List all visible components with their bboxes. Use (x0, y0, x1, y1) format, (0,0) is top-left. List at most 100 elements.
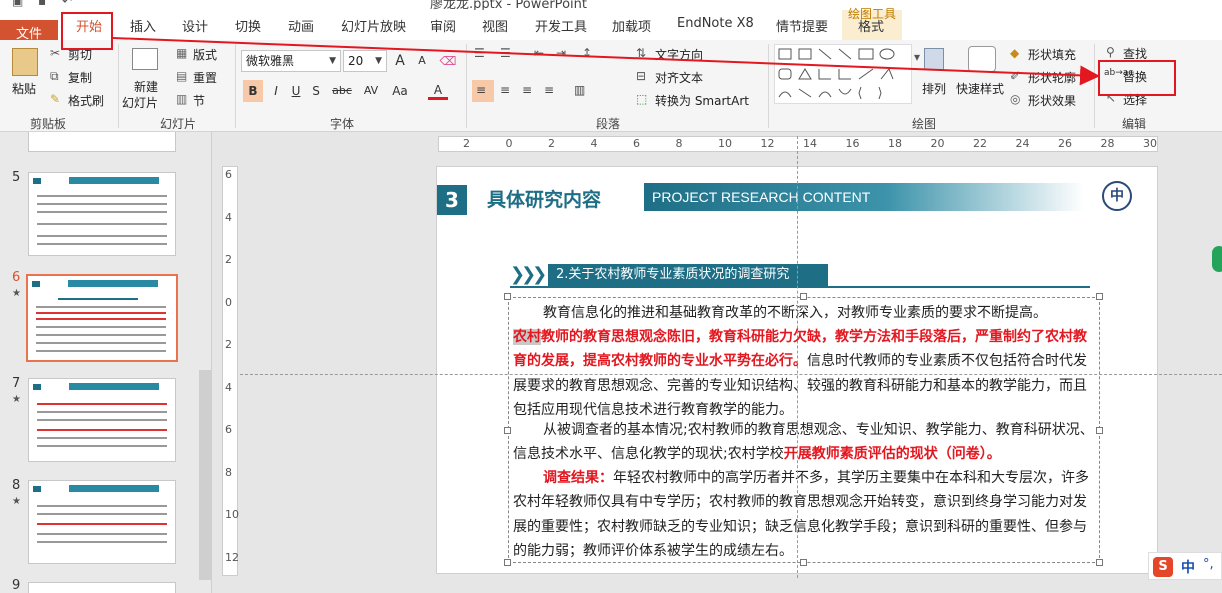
thumb-line (36, 334, 166, 336)
chevrons-icon: ❯❯❯ (510, 264, 547, 285)
thumbnail-scrollbar[interactable] (199, 370, 211, 580)
thumb-line (37, 541, 167, 543)
resize-handle[interactable] (504, 293, 511, 300)
animation-star-icon: ★ (12, 496, 21, 507)
slide-thumbnail-selected[interactable] (26, 274, 178, 362)
thumb-line (37, 411, 167, 413)
thumb-line (36, 342, 166, 344)
ruler-tick-label: 2 (463, 137, 470, 150)
thumb-line (37, 505, 167, 507)
university-logo: 中 (1102, 181, 1132, 211)
paragraph-4: 调查结果：年轻农村教师中的高学历者并不多，其学历主要集中在本科和大专层次，许多农… (513, 466, 1099, 563)
ruler-tick-label: 6 (633, 137, 640, 150)
slide-number: 8 (12, 478, 21, 493)
thumb-line (36, 306, 166, 308)
thumb-header (33, 178, 41, 184)
status-area (212, 578, 1222, 593)
thumb-line (36, 312, 166, 314)
ruler-tick-label: 2 (548, 137, 555, 150)
thumb-line (37, 403, 167, 405)
paragraph-1: 教育信息化的推进和基础教育改革的不断深入，对教师专业素质的要求不断提高。 (513, 301, 1099, 325)
thumb-band (69, 177, 159, 184)
thumb-line (37, 195, 167, 197)
thumb-line (36, 318, 166, 320)
thumb-line (37, 211, 167, 213)
slide-thumbnail[interactable] (28, 172, 176, 256)
animation-star-icon: ★ (12, 394, 21, 405)
ruler-tick-label: 6 (225, 423, 232, 436)
ruler-tick-label: 6 (225, 168, 232, 181)
thumb-line (37, 445, 167, 447)
thumb-header (33, 486, 41, 492)
animation-star-icon: ★ (12, 288, 21, 299)
thumb-line (37, 429, 167, 431)
subheading-underline (510, 286, 1090, 288)
thumb-line (36, 350, 166, 352)
thumb-header (32, 281, 40, 287)
results-label: 调查结果： (543, 470, 613, 486)
floating-assistant-button[interactable] (1212, 246, 1222, 272)
ruler-tick-label: 22 (973, 137, 987, 150)
ruler-tick-label: 4 (225, 380, 232, 394)
subheading: 2.关于农村教师专业素质状况的调查研究 (548, 264, 828, 286)
horizontal-ruler (438, 136, 1158, 152)
slide-number: 6 (12, 270, 21, 285)
ruler-tick-label: 8 (225, 465, 232, 479)
ruler-tick-label: 12 (760, 137, 775, 150)
ruler-tick-label: 4 (225, 210, 232, 224)
thumb-line (37, 203, 167, 205)
ruler-tick-label: 16 (845, 137, 860, 150)
slide-thumbnail[interactable] (28, 132, 176, 152)
red-emphasis-text: 开展教师素质评估的现状（问卷）。 (783, 446, 1001, 463)
resize-handle[interactable] (504, 559, 511, 566)
section-title: 具体研究内容 (487, 189, 602, 211)
thumb-line (58, 298, 138, 300)
highlighted-text: 农村 (513, 329, 541, 345)
slide-thumbnail[interactable] (28, 582, 176, 593)
thumb-line (37, 223, 167, 225)
slide-thumbnail[interactable] (28, 480, 176, 564)
ime-toolbar[interactable]: S 中 °, (1148, 552, 1222, 580)
slide-number: 5 (12, 170, 21, 185)
thumb-line (37, 235, 167, 237)
thumb-line (37, 523, 167, 525)
ruler-tick-label: 10 (225, 508, 239, 521)
ruler-tick-label: 8 (675, 137, 683, 150)
paragraph-3: 从被调查者的基本情况;农村教师的教育思想观念、专业知识、教学能力、教育科研状况、… (513, 418, 1099, 467)
ruler-tick-label: 18 (888, 137, 902, 150)
ruler-tick-label: 24 (1015, 137, 1030, 150)
ruler-tick-label: 4 (590, 137, 598, 150)
thumb-line (37, 437, 167, 439)
ruler-tick-label: 0 (225, 295, 232, 309)
ime-mode-label: 中 (1181, 560, 1195, 576)
ruler-tick-label: 28 (1100, 137, 1115, 150)
thumb-band (69, 485, 159, 492)
ruler-tick-label: 14 (803, 137, 817, 150)
horizontal-guide (240, 374, 1222, 375)
thumb-line (37, 243, 167, 245)
thumb-header (33, 384, 41, 390)
resize-handle[interactable] (800, 293, 807, 300)
ruler-tick-label: 2 (225, 253, 232, 266)
resize-handle[interactable] (504, 427, 511, 434)
slide-thumbnail[interactable] (28, 378, 176, 462)
section-number: 3 (437, 185, 467, 215)
slide-number: 9 (12, 578, 21, 593)
thumb-line (36, 326, 166, 328)
paragraph-1-text: 教育信息化的推进和基础教育改革的不断深入，对教师专业素质的要求不断提高。 (543, 305, 1047, 321)
resize-handle[interactable] (1096, 293, 1103, 300)
thumb-band (68, 280, 158, 287)
ruler-tick-label: 20 (930, 137, 945, 150)
thumb-band (69, 383, 159, 390)
ime-punctuation-icon: °, (1203, 557, 1214, 572)
thumb-line (37, 513, 167, 515)
ruler-tick-label: 26 (1058, 137, 1072, 150)
slide-number: 7 (12, 376, 21, 391)
section-banner: PROJECT RESEARCH CONTENT (644, 183, 1084, 211)
thumb-line (37, 533, 167, 535)
annotation-arrow (112, 37, 1100, 86)
ruler-tick-label: 0 (505, 137, 513, 150)
ruler-tick-label: 2 (225, 338, 232, 351)
sogou-icon: S (1153, 557, 1173, 577)
ruler-tick-label: 30 (1143, 137, 1157, 150)
